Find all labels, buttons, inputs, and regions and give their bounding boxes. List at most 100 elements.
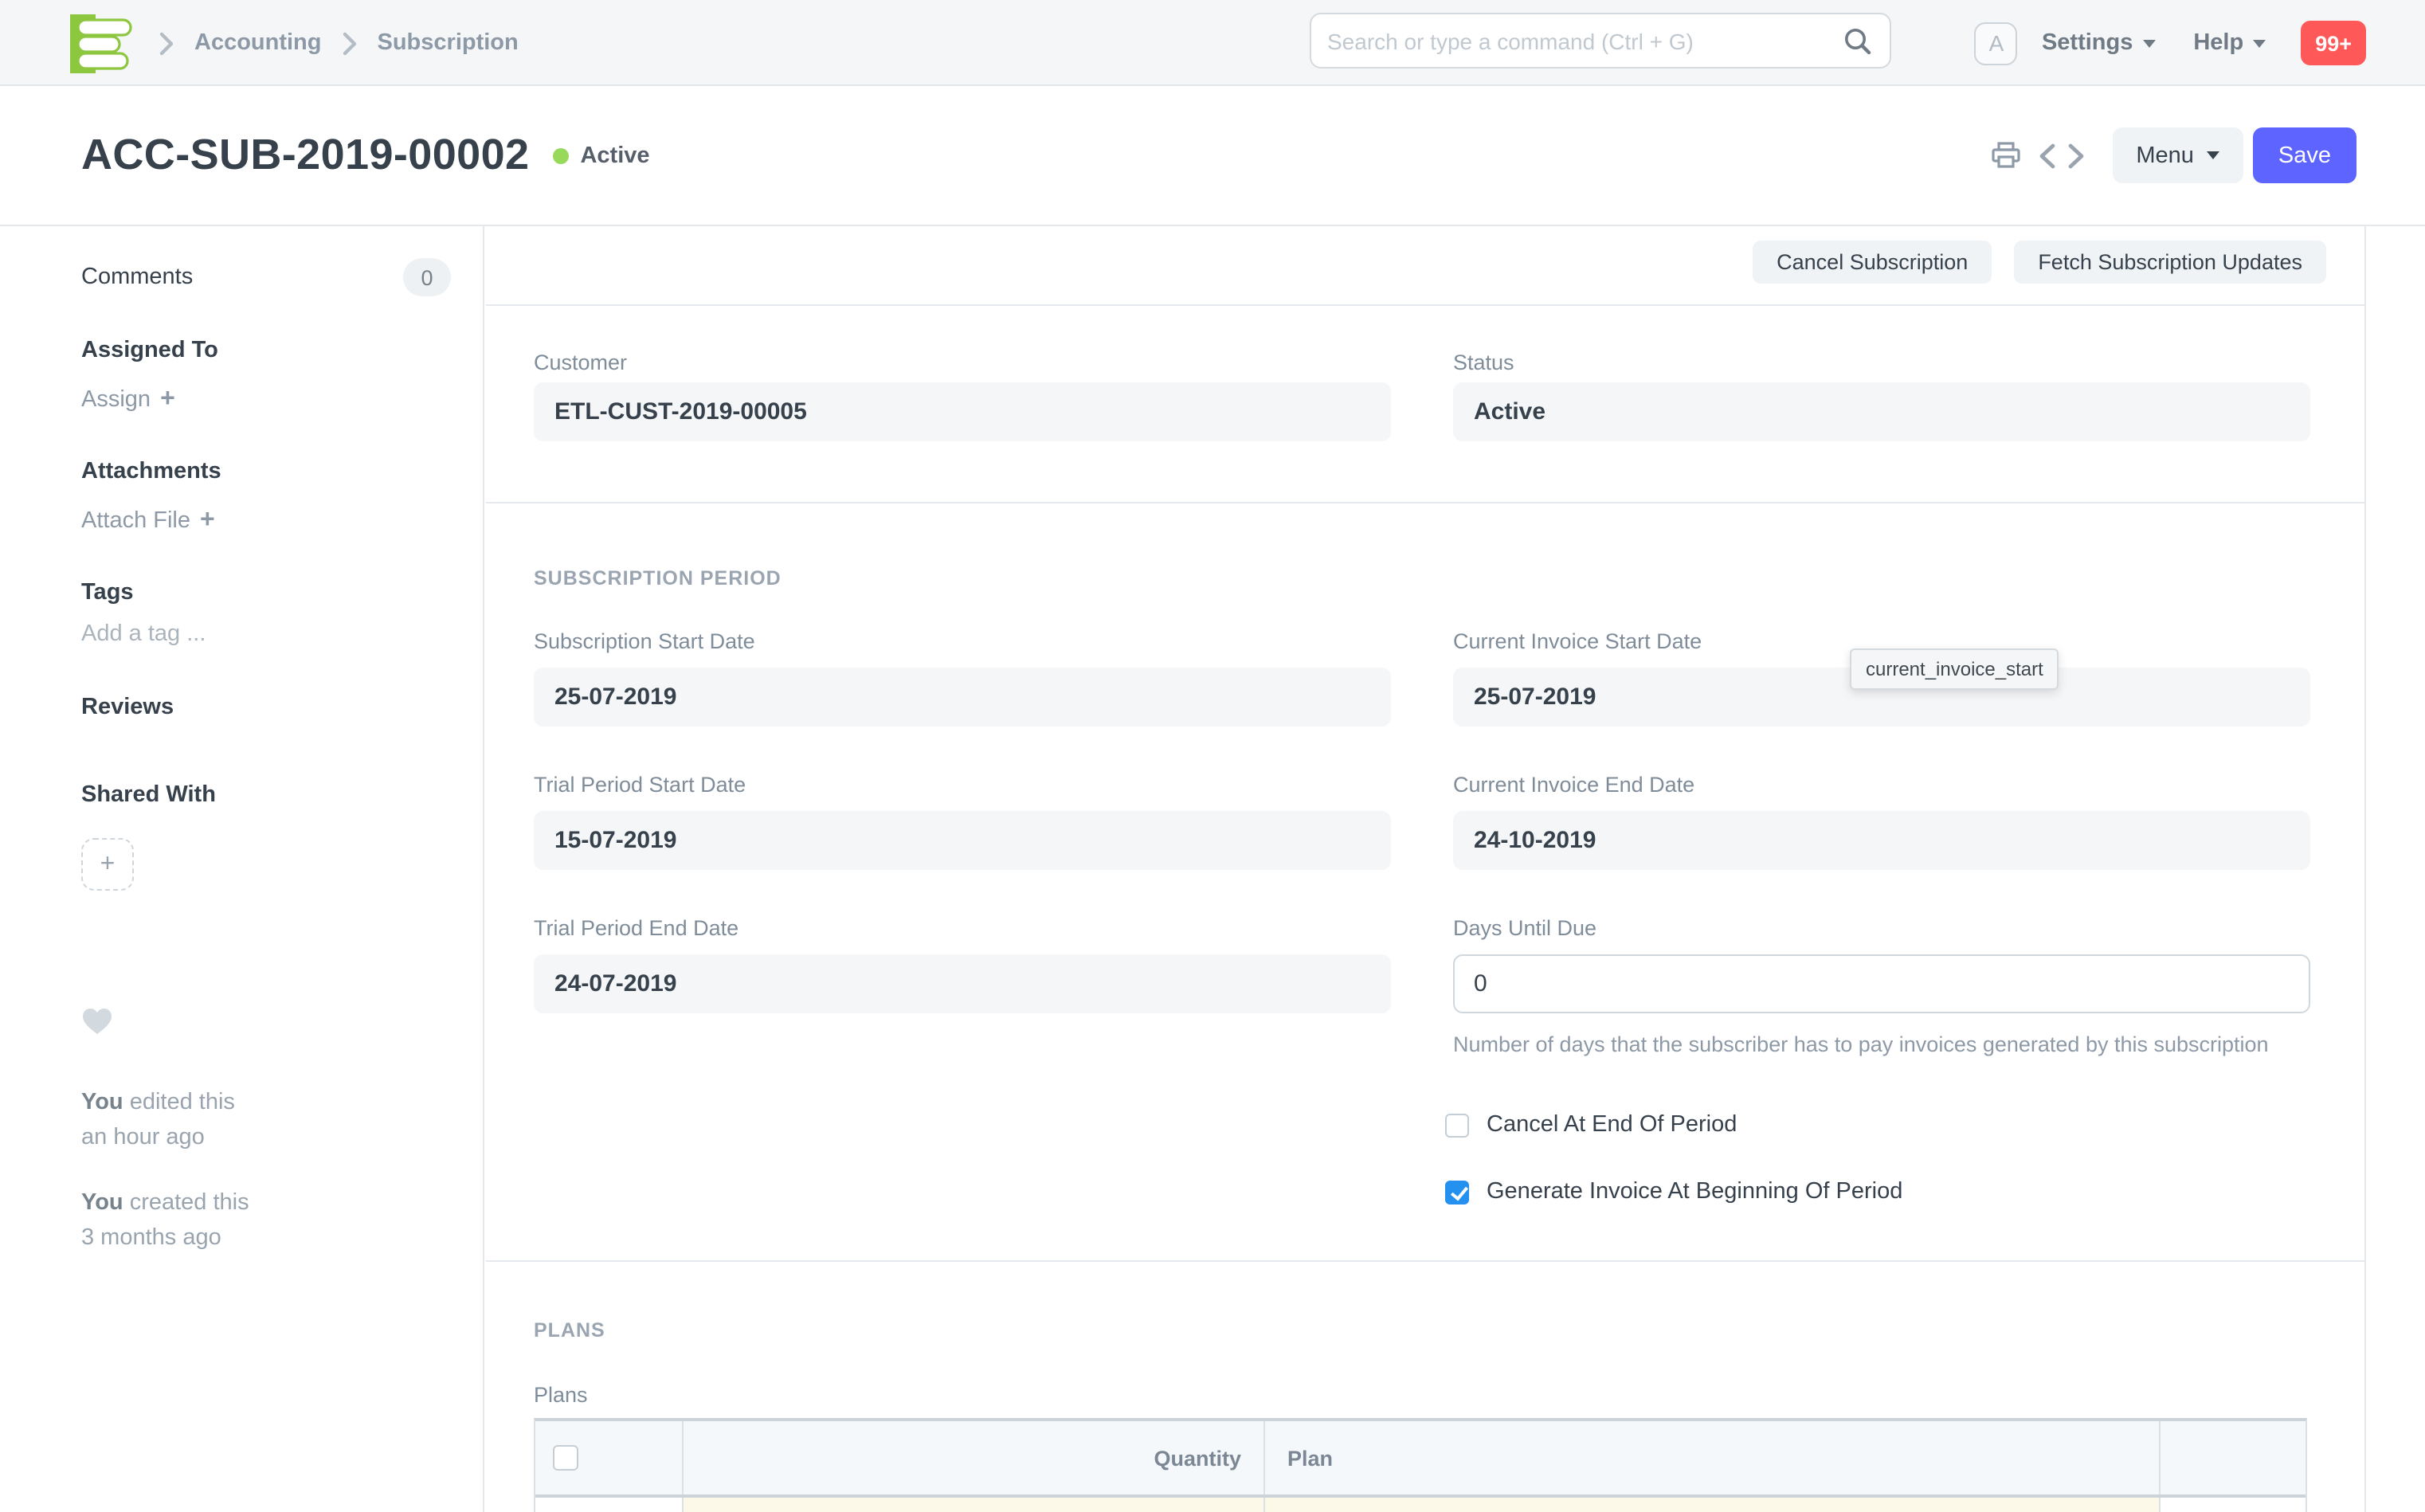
subscription-start-label: Subscription Start Date [534, 629, 755, 653]
add-tag-input[interactable]: Add a tag ... [81, 621, 206, 647]
activity-action: created this [129, 1190, 249, 1216]
days-until-due-label: Days Until Due [1453, 916, 1597, 940]
help-label: Help [2193, 30, 2244, 56]
next-document-icon[interactable] [2067, 143, 2083, 168]
select-all-checkbox[interactable] [553, 1445, 578, 1471]
global-search [1310, 13, 1891, 69]
activity-user: You [81, 1190, 123, 1216]
page-head: ACC-SUB-2019-00002 Active Menu Save [0, 86, 2425, 226]
chevron-right-icon [159, 31, 174, 55]
save-button[interactable]: Save [2252, 127, 2356, 183]
trial-end-value: 24-07-2019 [534, 954, 1391, 1013]
fetch-subscription-updates-button[interactable]: Fetch Subscription Updates [2014, 241, 2326, 284]
status-field-label: Status [1453, 351, 1514, 374]
form-layout: Cancel Subscription Fetch Subscription U… [486, 226, 2425, 1512]
generate-invoice-checkbox[interactable]: Generate Invoice At Beginning Of Period [1445, 1179, 1902, 1205]
section-divider [486, 1260, 2364, 1262]
chevron-down-icon [2142, 39, 2156, 47]
status-dot-icon [553, 147, 570, 163]
activity-timestamp: an hour ago [81, 1124, 205, 1150]
like-heart-icon[interactable] [81, 1007, 113, 1036]
top-navbar: Accounting Subscription A Settings Help … [0, 0, 2425, 86]
current-invoice-end-value: 24-10-2019 [1453, 811, 2310, 870]
generate-invoice-label: Generate Invoice At Beginning Of Period [1487, 1179, 1903, 1205]
chevron-down-icon [2206, 151, 2219, 159]
grid-actions-column-header [2161, 1421, 2306, 1494]
assign-button[interactable]: Assign + [81, 386, 175, 414]
share-add-button[interactable]: + [81, 838, 134, 891]
customer-field-label: Customer [534, 351, 628, 374]
customer-field-value: ETL-CUST-2019-00005 [534, 382, 1391, 441]
plans-grid: Quantity Plan [534, 1418, 2307, 1512]
attach-file-button[interactable]: Attach File + [81, 507, 215, 535]
search-icon[interactable] [1843, 26, 1872, 55]
chevron-right-icon [343, 31, 356, 55]
sidebar-comments-link[interactable]: Comments 0 [81, 258, 451, 296]
breadcrumb-doctype[interactable]: Subscription [378, 30, 519, 56]
page-title: ACC-SUB-2019-00002 [81, 131, 530, 178]
status-indicator: Active [553, 143, 650, 168]
search-input[interactable] [1311, 28, 1843, 53]
reviews-heading: Reviews [81, 695, 174, 720]
section-divider [486, 502, 2364, 503]
quantity-column-header: Quantity [684, 1421, 1265, 1494]
status-field-value: Active [1453, 382, 2310, 441]
app-window: Accounting Subscription A Settings Help … [0, 0, 2425, 1512]
plus-icon: + [160, 386, 175, 413]
comments-count-badge: 0 [403, 258, 451, 296]
form-right-border [2364, 226, 2366, 1512]
plan-cell [1265, 1498, 2161, 1512]
settings-menu[interactable]: Settings [2042, 30, 2156, 56]
status-indicator-label: Active [580, 143, 650, 168]
cancel-subscription-button[interactable]: Cancel Subscription [1753, 241, 1992, 284]
form-custom-actions: Cancel Subscription Fetch Subscription U… [1753, 241, 2326, 284]
breadcrumb: Accounting Subscription [159, 0, 519, 86]
menu-button-label: Menu [2136, 143, 2194, 168]
current-invoice-end-label: Current Invoice End Date [1453, 773, 1695, 797]
attachments-heading: Attachments [81, 459, 221, 484]
menu-button[interactable]: Menu [2112, 127, 2243, 183]
assigned-to-heading: Assigned To [81, 338, 218, 363]
plans-field-label: Plans [534, 1383, 588, 1407]
activity-action: edited this [129, 1090, 235, 1115]
notifications-badge[interactable]: 99+ [2301, 21, 2366, 65]
page-body: Comments 0 Assigned To Assign + Attachmen… [0, 226, 2425, 1512]
days-until-due-input[interactable] [1453, 954, 2310, 1013]
days-until-due-description: Number of days that the subscriber has t… [1453, 1032, 2269, 1056]
plans-grid-row[interactable] [535, 1498, 2306, 1512]
checkbox-icon [1445, 1113, 1469, 1137]
current-invoice-start-label: Current Invoice Start Date [1453, 629, 1702, 653]
activity-created: You created this 3 months ago [81, 1187, 432, 1256]
previous-document-icon[interactable] [2039, 143, 2055, 168]
plus-icon: + [200, 507, 215, 534]
subscription-period-heading: SUBSCRIPTION PERIOD [534, 567, 782, 590]
shared-with-heading: Shared With [81, 782, 216, 808]
form-sidebar: Comments 0 Assigned To Assign + Attachmen… [0, 226, 484, 1512]
chevron-down-icon [2253, 39, 2266, 47]
print-icon[interactable] [1991, 142, 2020, 169]
subscription-start-value: 25-07-2019 [534, 668, 1391, 727]
plan-column-header: Plan [1265, 1421, 2161, 1494]
erpnext-logo-icon[interactable] [70, 14, 134, 73]
breadcrumb-module[interactable]: Accounting [194, 30, 322, 56]
checkbox-icon [1445, 1180, 1469, 1204]
section-divider [486, 304, 2364, 306]
attach-file-label: Attach File [81, 508, 190, 534]
cancel-at-end-label: Cancel At End Of Period [1487, 1112, 1737, 1138]
assign-label: Assign [81, 387, 151, 413]
trial-start-label: Trial Period Start Date [534, 773, 746, 797]
page-actions: Menu Save [1991, 127, 2356, 183]
navbar-right-cluster: A Settings Help 99+ [1974, 0, 2366, 86]
help-menu[interactable]: Help [2193, 30, 2266, 56]
user-avatar[interactable]: A [1974, 22, 2018, 65]
cancel-at-end-checkbox[interactable]: Cancel At End Of Period [1445, 1112, 1737, 1138]
quantity-cell [684, 1498, 1265, 1512]
activity-edited: You edited this an hour ago [81, 1087, 432, 1156]
trial-end-label: Trial Period End Date [534, 916, 739, 940]
activity-timestamp: 3 months ago [81, 1224, 221, 1251]
tags-heading: Tags [81, 580, 134, 605]
field-tooltip: current_invoice_start [1850, 648, 2059, 690]
activity-user: You [81, 1090, 123, 1115]
trial-start-value: 15-07-2019 [534, 811, 1391, 870]
plans-grid-header: Quantity Plan [535, 1421, 2306, 1498]
